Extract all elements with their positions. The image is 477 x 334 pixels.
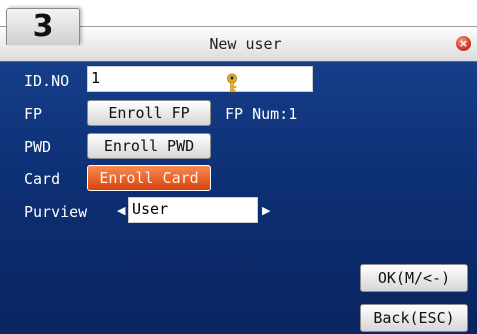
step-tab: 3 xyxy=(6,8,80,45)
enroll-fp-button[interactable]: Enroll FP xyxy=(87,100,211,126)
enroll-pwd-button[interactable]: Enroll PWD xyxy=(87,133,211,159)
chevron-left-icon[interactable]: ◀ xyxy=(117,203,125,219)
chevron-right-icon[interactable]: ▶ xyxy=(262,203,270,219)
id-no-label: ID.NO xyxy=(24,72,70,90)
id-no-input[interactable]: 1 xyxy=(87,66,313,92)
key-icon xyxy=(227,73,237,93)
fp-label: FP xyxy=(24,105,43,123)
enroll-card-button[interactable]: Enroll Card xyxy=(87,165,211,191)
pwd-label: PWD xyxy=(24,138,52,156)
fp-num-text: FP Num:1 xyxy=(225,105,298,123)
back-button[interactable]: Back(ESC) xyxy=(360,304,468,332)
card-label: Card xyxy=(24,170,61,188)
ok-button[interactable]: OK(M/<-) xyxy=(360,264,468,292)
purview-value: User xyxy=(132,200,169,218)
close-icon[interactable]: × xyxy=(456,36,471,51)
purview-label: Purview xyxy=(24,203,88,221)
id-no-value: 1 xyxy=(91,69,101,87)
form-panel: ID.NO 1 FP Enroll FP FP Num:1 PWD Enroll… xyxy=(0,61,477,334)
step-number: 3 xyxy=(32,9,54,44)
purview-select[interactable]: User xyxy=(128,197,258,223)
